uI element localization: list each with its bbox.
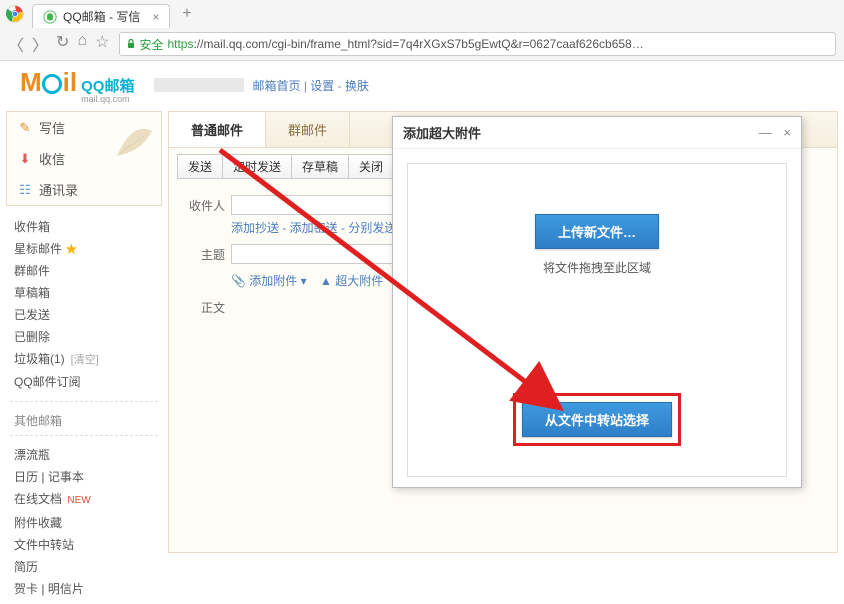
folder-drafts[interactable]: 草稿箱 bbox=[14, 282, 168, 304]
dialog-title-text: 添加超大附件 bbox=[403, 123, 481, 142]
folder-subscribe[interactable]: QQ邮件订阅 bbox=[14, 371, 168, 393]
folder-deleted[interactable]: 已删除 bbox=[14, 326, 168, 348]
app-cards[interactable]: 贺卡 | 明信片 bbox=[14, 578, 168, 600]
link-settings[interactable]: 设置 bbox=[310, 79, 334, 93]
address-bar: 〈 〉 ↻ ⌂ ☆ 安全 https ://mail.qq.com/cgi-bi… bbox=[0, 28, 844, 60]
tab-bar: QQ邮箱 - 写信 × + bbox=[0, 0, 844, 28]
to-label: 收件人 bbox=[183, 197, 225, 214]
close-button[interactable]: 关闭 bbox=[348, 154, 394, 179]
save-draft-button[interactable]: 存草稿 bbox=[291, 154, 349, 179]
subject-input[interactable] bbox=[231, 244, 418, 264]
nav-buttons: 〈 〉 ↻ ⌂ ☆ bbox=[8, 32, 109, 56]
folder-inbox[interactable]: 收件箱 bbox=[14, 216, 168, 238]
url-input[interactable]: 安全 https ://mail.qq.com/cgi-bin/frame_ht… bbox=[119, 32, 836, 56]
tab-group-mail[interactable]: 群邮件 bbox=[266, 112, 350, 147]
folder-sent[interactable]: 已发送 bbox=[14, 304, 168, 326]
link-home[interactable]: 邮箱首页 bbox=[252, 79, 300, 93]
add-attachment-link[interactable]: 📎 添加附件 ▾ bbox=[231, 274, 307, 288]
tab-close-icon[interactable]: × bbox=[152, 10, 159, 24]
qq-favicon-icon bbox=[43, 10, 57, 24]
subject-label: 主题 bbox=[183, 246, 225, 263]
large-attachment-dialog: 添加超大附件 — × 上传新文件… 将文件拖拽至此区域 从文件中转站选择 bbox=[392, 116, 802, 488]
mail-logo[interactable]: Mil QQ邮箱mail.qq.com bbox=[20, 67, 134, 104]
app-calendar-notes[interactable]: 日历 | 记事本 bbox=[14, 466, 168, 488]
dialog-body: 上传新文件… 将文件拖拽至此区域 从文件中转站选择 bbox=[407, 163, 787, 477]
leaf-decoration-icon bbox=[107, 116, 157, 166]
big-attachment-link[interactable]: ▲ 超大附件 bbox=[320, 274, 383, 288]
new-tab-button[interactable]: + bbox=[176, 5, 197, 23]
select-from-transfer-button[interactable]: 从文件中转站选择 bbox=[522, 402, 672, 437]
browser-chrome: QQ邮箱 - 写信 × + 〈 〉 ↻ ⌂ ☆ 安全 https ://mail… bbox=[0, 0, 844, 61]
home-button[interactable]: ⌂ bbox=[77, 32, 87, 56]
back-button[interactable]: 〈 bbox=[8, 32, 24, 56]
new-badge: NEW bbox=[67, 495, 90, 506]
app-docs[interactable]: 在线文档 NEW bbox=[14, 488, 168, 512]
to-input[interactable] bbox=[231, 195, 418, 215]
link-skin[interactable]: 换肤 bbox=[345, 79, 369, 93]
app-file-transfer[interactable]: 文件中转站 bbox=[14, 534, 168, 556]
tab-title: QQ邮箱 - 写信 bbox=[63, 8, 140, 25]
dialog-titlebar: 添加超大附件 — × bbox=[393, 117, 801, 149]
folder-trash[interactable]: 垃圾箱(1)[清空] bbox=[14, 348, 168, 371]
upload-new-file-button[interactable]: 上传新文件… bbox=[535, 214, 659, 249]
secure-badge: 安全 bbox=[126, 36, 163, 53]
send-button[interactable]: 发送 bbox=[177, 154, 223, 179]
trash-empty-link[interactable]: [清空] bbox=[71, 354, 99, 366]
tab-normal-mail[interactable]: 普通邮件 bbox=[169, 112, 266, 147]
forward-button[interactable]: 〉 bbox=[32, 32, 48, 56]
app-resume[interactable]: 简历 bbox=[14, 556, 168, 578]
timed-send-button[interactable]: 定时发送 bbox=[222, 154, 292, 179]
folder-starred[interactable]: 星标邮件 ★ bbox=[14, 238, 168, 260]
drop-hint-text: 将文件拖拽至此区域 bbox=[535, 259, 659, 276]
highlight-box: 从文件中转站选择 bbox=[513, 393, 681, 446]
body-label: 正文 bbox=[183, 299, 225, 316]
folder-group[interactable]: 群邮件 bbox=[14, 260, 168, 282]
lock-icon bbox=[126, 39, 136, 49]
sidebar-other-label: 其他邮箱 bbox=[0, 406, 168, 431]
browser-tab[interactable]: QQ邮箱 - 写信 × bbox=[32, 4, 170, 28]
url-protocol: https bbox=[167, 37, 193, 51]
reload-button[interactable]: ↻ bbox=[56, 32, 69, 56]
star-icon: ★ bbox=[65, 242, 77, 256]
sidebar-folders: 收件箱 星标邮件 ★ 群邮件 草稿箱 已发送 已删除 垃圾箱(1)[清空] QQ… bbox=[0, 212, 168, 397]
upload-area: 上传新文件… 将文件拖拽至此区域 bbox=[535, 214, 659, 276]
app-drift[interactable]: 漂流瓶 bbox=[14, 444, 168, 466]
app-attach-store[interactable]: 附件收藏 bbox=[14, 512, 168, 534]
sidebar-apps: 漂流瓶 日历 | 记事本 在线文档 NEW 附件收藏 文件中转站 简历 贺卡 |… bbox=[0, 440, 168, 604]
sidebar-top-group: ✎写信 ⬇收信 ☷通讯录 bbox=[6, 111, 162, 206]
url-path: ://mail.qq.com/cgi-bin/frame_html?sid=7q… bbox=[193, 37, 643, 51]
star-button[interactable]: ☆ bbox=[95, 32, 109, 56]
mail-header: Mil QQ邮箱mail.qq.com 邮箱首页 | 设置 - 换肤 bbox=[0, 61, 844, 109]
dialog-close-icon[interactable]: × bbox=[783, 125, 791, 140]
header-account-blur bbox=[154, 78, 244, 92]
sidebar: ✎写信 ⬇收信 ☷通讯录 收件箱 星标邮件 ★ 群邮件 草稿箱 已发送 已删除 … bbox=[0, 109, 168, 559]
sidebar-contacts[interactable]: ☷通讯录 bbox=[7, 174, 161, 205]
chrome-icon bbox=[6, 5, 24, 23]
dialog-minimize-icon[interactable]: — bbox=[759, 125, 772, 140]
header-links: 邮箱首页 | 设置 - 换肤 bbox=[252, 77, 369, 94]
